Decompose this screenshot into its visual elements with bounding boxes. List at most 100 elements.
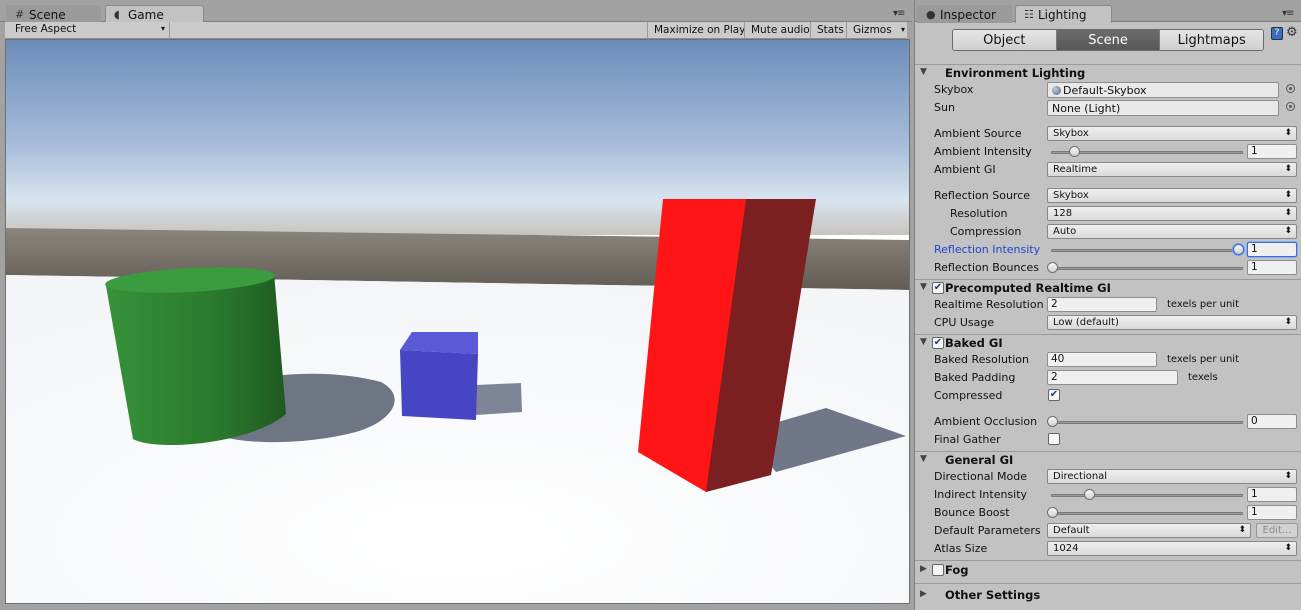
panel-menu-icon[interactable]: ▾≡: [893, 8, 905, 19]
fog-checkbox[interactable]: [932, 564, 944, 576]
row-ambient-occlusion: Ambient Occlusion 0: [915, 413, 1301, 430]
resolution-value: 128: [1053, 208, 1073, 219]
row-indirect-intensity: Indirect Intensity 1: [915, 486, 1301, 503]
precomputed-gi-checkbox[interactable]: ✔: [932, 282, 944, 294]
baked-padding-label: Baked Padding: [934, 371, 1016, 384]
object-picker-icon[interactable]: [1286, 84, 1295, 93]
row-ambient-gi: Ambient GI Realtime ⬍: [915, 161, 1301, 178]
green-cylinder: [106, 273, 286, 446]
tab-lighting[interactable]: ☷ Lighting: [1015, 5, 1112, 23]
object-picker-icon[interactable]: [1286, 102, 1295, 111]
slider-thumb[interactable]: [1047, 507, 1058, 518]
ambient-source-value: Skybox: [1053, 128, 1089, 139]
reflection-bounces-input[interactable]: 1: [1247, 260, 1297, 275]
game-tab-strip: # Scene ◖ Game ▾≡: [0, 0, 912, 23]
compressed-checkbox[interactable]: ✔: [1048, 389, 1060, 401]
tab-scene[interactable]: # Scene: [6, 5, 101, 23]
tab-inspector[interactable]: ● Inspector: [917, 5, 1012, 23]
info-icon: ●: [926, 8, 936, 21]
dropdown-arrow-icon: ⬍: [1284, 164, 1292, 174]
resolution-label: Resolution: [950, 207, 1008, 220]
section-other-settings[interactable]: ▶ Other Settings: [915, 587, 1301, 604]
aspect-label: Free Aspect: [15, 23, 77, 35]
reflection-bounces-slider[interactable]: [1047, 259, 1243, 276]
mute-audio-button[interactable]: Mute audio: [744, 22, 816, 39]
dropdown-arrow-icon: ⬍: [1284, 190, 1292, 200]
slider-track: [1051, 249, 1243, 252]
grid-icon: #: [15, 8, 25, 21]
section-title: Baked GI: [945, 336, 1003, 350]
game-view-panel: # Scene ◖ Game ▾≡ Free Aspect ▾ Maximize…: [0, 0, 912, 610]
game-viewport[interactable]: [5, 39, 910, 604]
section-precomputed-realtime-gi[interactable]: ▼ ✔ Precomputed Realtime GI: [915, 280, 1301, 297]
ambient-occlusion-slider[interactable]: [1047, 413, 1243, 430]
foldout-open-icon: ▼: [920, 282, 927, 292]
cpu-usage-label: CPU Usage: [934, 316, 995, 329]
ambient-intensity-input[interactable]: 1: [1247, 144, 1297, 159]
edit-parameters-button[interactable]: Edit...: [1256, 523, 1298, 538]
foldout-closed-icon: ▶: [920, 589, 927, 599]
slider-thumb[interactable]: [1047, 262, 1058, 273]
section-title: Precomputed Realtime GI: [945, 281, 1111, 295]
compressed-label: Compressed: [934, 389, 1003, 402]
dropdown-arrow-icon: ⬍: [1284, 471, 1292, 481]
row-baked-resolution: Baked Resolution 40 texels per unit: [915, 351, 1301, 368]
final-gather-checkbox[interactable]: [1048, 433, 1060, 445]
mode-lightmaps-button[interactable]: Lightmaps: [1160, 30, 1263, 50]
compression-dropdown[interactable]: Auto ⬍: [1047, 224, 1297, 239]
row-reflection-source: Reflection Source Skybox ⬍: [915, 187, 1301, 204]
compression-value: Auto: [1053, 226, 1077, 237]
reflection-intensity-slider[interactable]: [1047, 241, 1244, 258]
ambient-occlusion-input[interactable]: 0: [1247, 414, 1297, 429]
sun-field[interactable]: None (Light): [1047, 100, 1279, 116]
indirect-intensity-input[interactable]: 1: [1247, 487, 1297, 502]
baked-resolution-input[interactable]: 40: [1047, 352, 1157, 367]
blue-cube: [400, 350, 478, 420]
section-fog[interactable]: ▶ Fog: [915, 562, 1301, 579]
default-parameters-dropdown[interactable]: Default ⬍: [1047, 523, 1251, 538]
aspect-dropdown[interactable]: Free Aspect ▾: [5, 22, 170, 39]
section-baked-gi[interactable]: ▼ ✔ Baked GI: [915, 335, 1301, 352]
skybox-value: Default-Skybox: [1063, 84, 1147, 97]
section-general-gi[interactable]: ▼ General GI: [915, 452, 1301, 469]
gizmos-button[interactable]: Gizmos: [846, 22, 896, 39]
realtime-resolution-input[interactable]: 2: [1047, 297, 1157, 312]
baked-gi-checkbox[interactable]: ✔: [932, 337, 944, 349]
foldout-open-icon: ▼: [920, 454, 927, 464]
slider-thumb[interactable]: [1084, 489, 1096, 500]
panel-menu-icon[interactable]: ▾≡: [1282, 8, 1294, 19]
mode-object-button[interactable]: Object: [953, 30, 1057, 50]
resolution-dropdown[interactable]: 128 ⬍: [1047, 206, 1297, 221]
ambient-occlusion-label: Ambient Occlusion: [934, 415, 1038, 428]
indirect-intensity-slider[interactable]: [1047, 486, 1243, 503]
tab-game[interactable]: ◖ Game: [105, 5, 204, 23]
gizmos-dropdown-icon[interactable]: ▾: [901, 25, 905, 34]
bounce-boost-input[interactable]: 1: [1247, 505, 1297, 520]
row-bounce-boost: Bounce Boost 1: [915, 504, 1301, 521]
skybox-field[interactable]: Default-Skybox: [1047, 82, 1279, 98]
stats-button[interactable]: Stats: [810, 22, 850, 39]
ambient-gi-dropdown[interactable]: Realtime ⬍: [1047, 162, 1297, 177]
directional-mode-dropdown[interactable]: Directional ⬍: [1047, 469, 1297, 484]
help-icon[interactable]: ?: [1271, 27, 1283, 40]
cpu-usage-dropdown[interactable]: Low (default) ⬍: [1047, 315, 1297, 330]
lighting-icon: ☷: [1024, 8, 1034, 21]
slider-thumb[interactable]: [1069, 146, 1081, 157]
slider-track: [1051, 267, 1243, 270]
reflection-intensity-input[interactable]: 1: [1247, 242, 1297, 257]
row-ambient-intensity: Ambient Intensity 1: [915, 143, 1301, 160]
baked-padding-input[interactable]: 2: [1047, 370, 1178, 385]
atlas-size-dropdown[interactable]: 1024 ⬍: [1047, 541, 1297, 556]
tab-inspector-label: Inspector: [940, 8, 996, 22]
slider-thumb[interactable]: [1233, 244, 1244, 255]
bounce-boost-slider[interactable]: [1047, 504, 1243, 521]
ambient-source-dropdown[interactable]: Skybox ⬍: [1047, 126, 1297, 141]
mode-scene-button[interactable]: Scene: [1056, 30, 1161, 50]
ambient-intensity-slider[interactable]: [1047, 143, 1243, 160]
gear-icon[interactable]: ⚙: [1286, 25, 1298, 40]
reflection-source-dropdown[interactable]: Skybox ⬍: [1047, 188, 1297, 203]
section-environment-lighting[interactable]: ▼ Environment Lighting: [915, 65, 1301, 82]
maximize-on-play-button[interactable]: Maximize on Play: [647, 22, 751, 39]
slider-thumb[interactable]: [1047, 416, 1058, 427]
scene-render: [6, 40, 909, 603]
